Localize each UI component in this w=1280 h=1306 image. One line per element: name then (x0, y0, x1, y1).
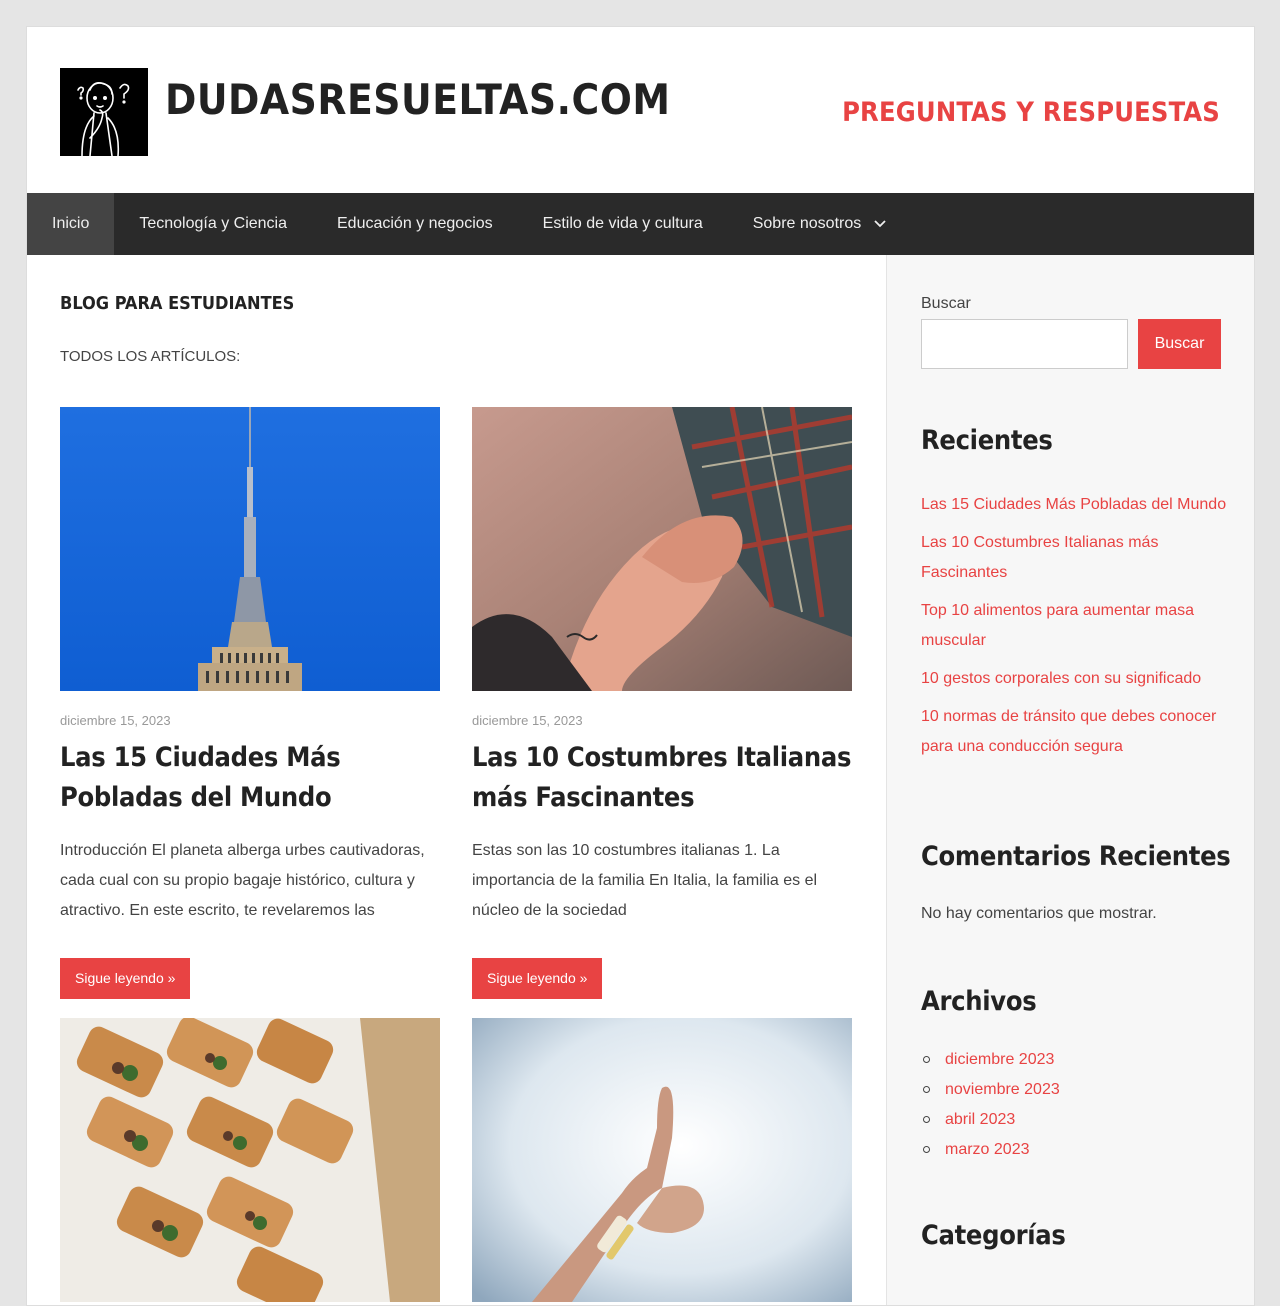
main-content: BLOG PARA ESTUDIANTES TODOS LOS ARTÍCULO… (27, 255, 886, 1305)
post-excerpt: Introducción El planeta alberga urbes ca… (60, 842, 425, 919)
recent-post-link[interactable]: Las 10 Costumbres Italianas más Fascinan… (921, 528, 1231, 588)
search-input[interactable] (921, 319, 1128, 369)
search-label: Buscar (921, 295, 971, 312)
recent-post-link[interactable]: 10 normas de tránsito que debes conocer … (921, 702, 1231, 762)
page: DUDASRESUELTAS.COM PREGUNTAS Y RESPUESTA… (26, 26, 1255, 1306)
nav-item-estilo[interactable]: Estilo de vida y cultura (518, 193, 728, 255)
recent-posts-title: Recientes (921, 425, 1053, 456)
site-header: DUDASRESUELTAS.COM PREGUNTAS Y RESPUESTA… (27, 27, 1254, 193)
page-title: BLOG PARA ESTUDIANTES (60, 293, 295, 314)
nav-item-educacion[interactable]: Educación y negocios (312, 193, 518, 255)
recent-post-link[interactable]: Las 15 Ciudades Más Pobladas del Mundo (921, 490, 1231, 520)
read-more-button[interactable]: Sigue leyendo » (60, 958, 191, 999)
archives-title: Archivos (921, 986, 1037, 1017)
post-date[interactable]: diciembre 15, 2023 (472, 713, 852, 728)
archives-list: diciembre 2023 noviembre 2023 abril 2023… (921, 1045, 1060, 1165)
sidebar: Buscar Buscar Recientes Las 15 Ciudades … (886, 255, 1254, 1305)
chevron-down-icon (874, 220, 886, 228)
archive-link[interactable]: diciembre 2023 (921, 1045, 1060, 1075)
post-excerpt: Estas son las 10 costumbres italianas 1.… (472, 842, 818, 919)
search-button[interactable]: Buscar (1138, 319, 1221, 369)
nav-item-tecnologia[interactable]: Tecnología y Ciencia (114, 193, 312, 255)
recent-comments-title: Comentarios Recientes (921, 841, 1231, 872)
recent-post-link[interactable]: Top 10 alimentos para aumentar masa musc… (921, 596, 1231, 656)
no-comments-text: No hay comentarios que mostrar. (921, 905, 1157, 922)
nav-item-label: Educación y negocios (337, 215, 493, 232)
recent-post-link[interactable]: 10 gestos corporales con su significado (921, 664, 1231, 694)
nav-item-label: Inicio (52, 215, 90, 232)
main-navigation: Inicio Tecnología y Ciencia Educación y … (27, 193, 1254, 255)
nav-item-inicio[interactable]: Inicio (27, 193, 115, 255)
nav-item-sobre-nosotros[interactable]: Sobre nosotros (728, 193, 911, 255)
site-title[interactable]: DUDASRESUELTAS.COM (165, 75, 670, 124)
post-card: diciembre 15, 2023 Las 15 Ciudades Más P… (60, 407, 440, 999)
post-title[interactable]: Las 10 Costumbres Italianas más Fascinan… (472, 738, 852, 818)
archive-link[interactable]: abril 2023 (921, 1105, 1060, 1135)
post-image-sandwiches[interactable] (60, 1018, 440, 1302)
categories-title: Categorías (921, 1220, 1066, 1251)
thinking-person-icon (60, 68, 148, 156)
post-image-thumbs-up[interactable] (472, 1018, 852, 1302)
site-tagline: PREGUNTAS Y RESPUESTAS (842, 97, 1220, 128)
post-image-hands[interactable] (472, 407, 852, 691)
post-date[interactable]: diciembre 15, 2023 (60, 713, 440, 728)
archive-link[interactable]: noviembre 2023 (921, 1075, 1060, 1105)
post-card: diciembre 15, 2023 Las 10 Costumbres Ita… (472, 407, 852, 999)
section-subtitle: TODOS LOS ARTÍCULOS: (60, 348, 241, 365)
site-logo[interactable] (60, 68, 148, 156)
archive-link[interactable]: marzo 2023 (921, 1135, 1060, 1165)
recent-posts-list: Las 15 Ciudades Más Pobladas del Mundo L… (921, 490, 1231, 770)
nav-item-label: Estilo de vida y cultura (542, 215, 703, 232)
read-more-button[interactable]: Sigue leyendo » (472, 958, 603, 999)
nav-item-label: Tecnología y Ciencia (139, 215, 287, 232)
post-image-tower[interactable] (60, 407, 440, 691)
nav-item-label: Sobre nosotros (752, 215, 862, 232)
post-card (60, 1018, 440, 1302)
post-title[interactable]: Las 15 Ciudades Más Pobladas del Mundo (60, 738, 440, 818)
post-card (472, 1018, 852, 1302)
